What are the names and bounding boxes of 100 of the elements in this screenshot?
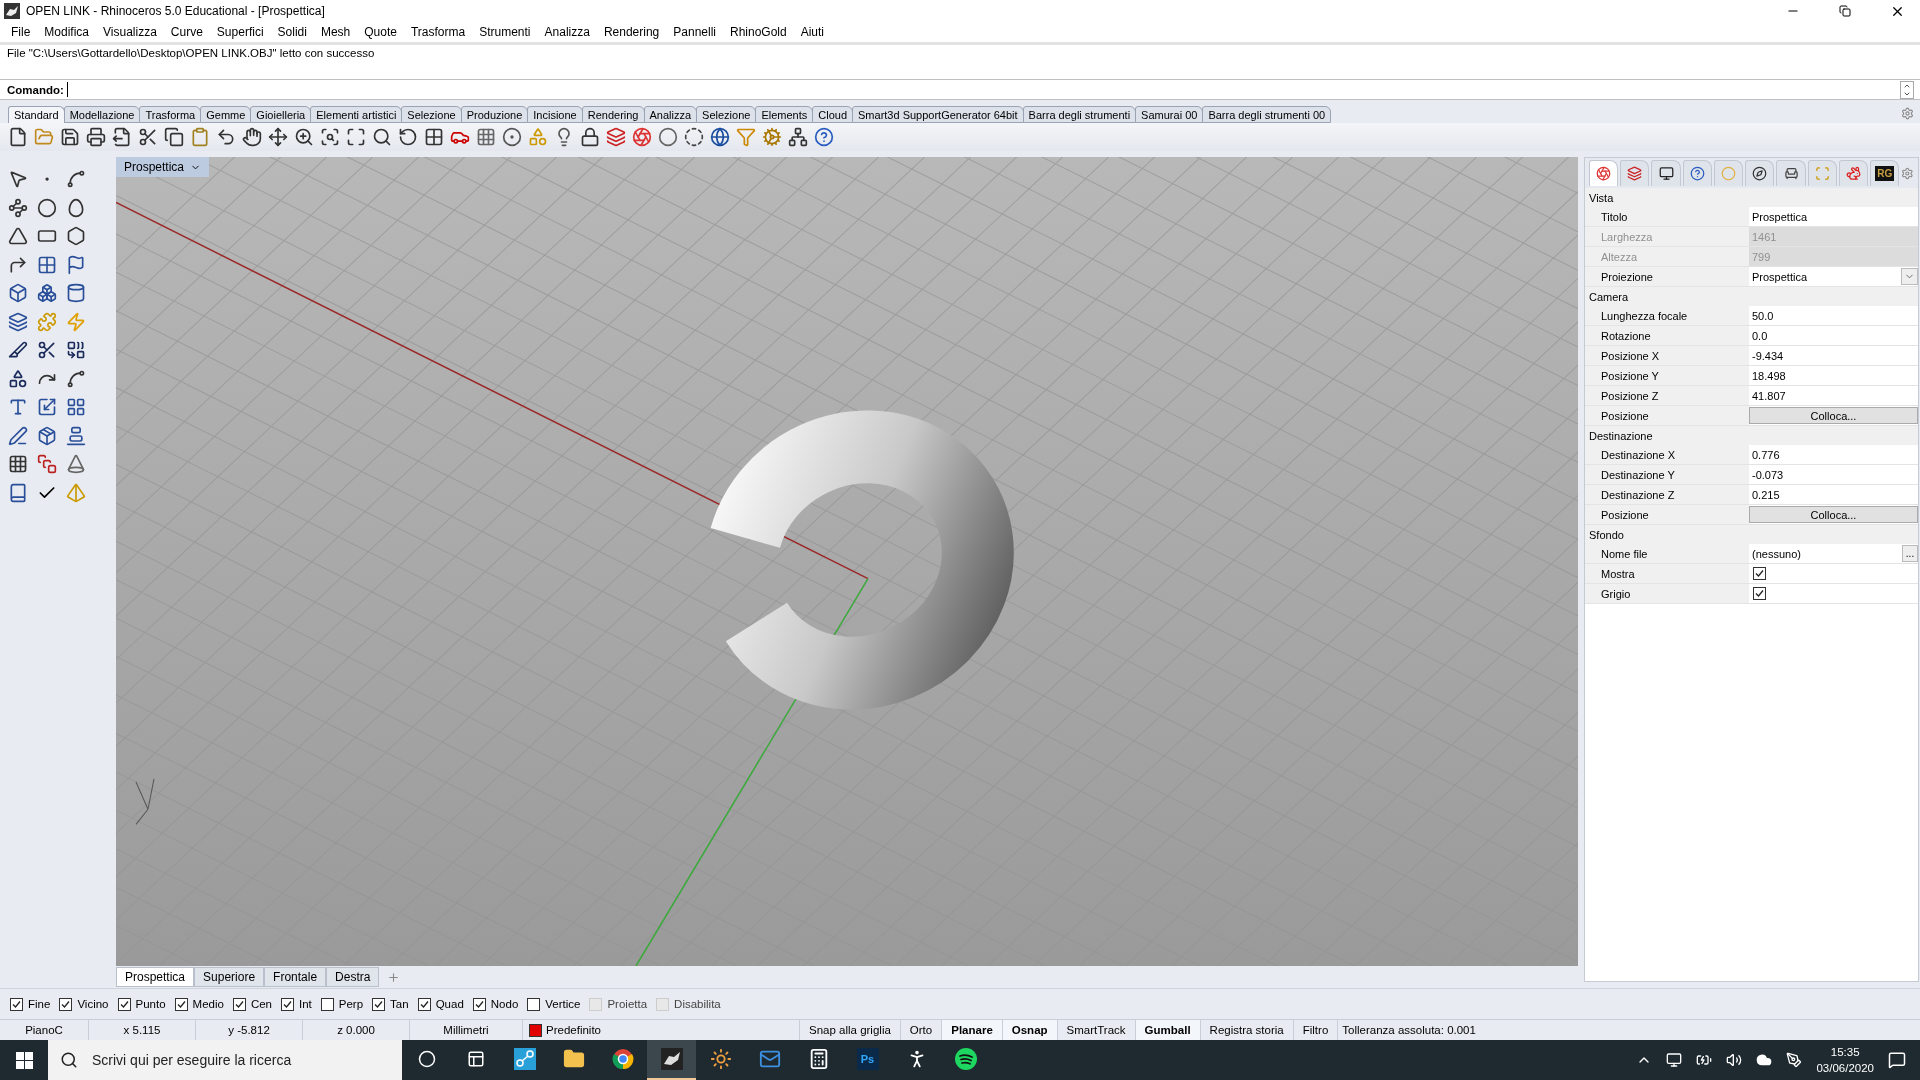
polyline-icon[interactable] [66,169,86,189]
menu-item[interactable]: Strumenti [472,25,538,39]
help-icon[interactable] [814,127,834,147]
cut-icon[interactable] [138,127,158,147]
fillet-curve-icon[interactable] [8,254,28,275]
menu-item[interactable]: Trasforma [403,25,473,39]
toolbar-tab[interactable]: Standard [8,106,65,123]
network-icon[interactable] [1666,1052,1683,1068]
toolbar-tab[interactable]: Smart3d SupportGenerator 64bit [852,106,1024,123]
toolbar-tab[interactable]: Gemme [200,106,252,123]
cloud-icon[interactable] [1756,1052,1773,1068]
copy-icon[interactable] [164,127,184,147]
menu-item[interactable]: Solidi [270,25,314,39]
open-folder-icon[interactable] [34,127,54,147]
menu-item[interactable]: Quote [357,25,404,39]
curve-points-icon[interactable] [8,197,28,218]
toolbar-tab[interactable]: Samurai 00 [1135,106,1204,123]
checkbox[interactable] [417,997,431,1011]
scroll-spinner[interactable] [1900,80,1914,99]
diagram-icon[interactable] [788,127,808,147]
surface-icon[interactable] [66,254,86,275]
array-icon[interactable] [8,454,28,474]
notifications-icon[interactable] [1888,1051,1906,1069]
print-icon[interactable] [86,127,106,147]
checkbox[interactable] [1753,587,1766,600]
checkbox[interactable] [281,997,294,1011]
offset-curve-icon[interactable] [66,368,86,389]
book-icon[interactable] [8,482,28,503]
toolbar-tab[interactable]: Barra degli strumenti 00 [1202,106,1332,123]
polygon-icon[interactable] [66,226,86,246]
menu-item[interactable]: Analizza [537,25,597,39]
viewport-tab[interactable]: Frontale [264,967,327,987]
taskbar-search-field[interactable]: Scrivi qui per eseguire la ricerca [48,1040,402,1080]
checkbox[interactable] [59,997,73,1011]
zoom-in-icon[interactable] [294,127,314,147]
toolbar-tab[interactable]: Incisione [527,106,583,123]
pan-hand-icon[interactable] [242,127,262,147]
menu-item[interactable]: Curve [163,25,210,39]
panel-tab[interactable]: RG [1870,160,1900,186]
block-icon[interactable] [37,425,57,446]
panel-tab[interactable] [1651,160,1681,186]
array-blocks-icon[interactable] [66,397,86,417]
place-button[interactable]: Colloca... [1749,407,1918,424]
viewport-title[interactable]: Prospettica [116,157,210,177]
toolbar-tab[interactable]: Elements [755,106,814,123]
circle-dot-icon[interactable] [502,127,522,147]
settings-icon[interactable] [1901,106,1914,120]
lock-icon[interactable] [580,127,600,147]
checkbox[interactable] [1753,567,1766,580]
toolbar-tab[interactable]: Rendering [581,106,645,123]
viewports-grid-icon[interactable] [424,127,444,147]
checkbox[interactable] [117,997,131,1011]
export-icon[interactable] [112,127,132,147]
text-icon[interactable] [8,397,28,417]
menu-item[interactable]: Pannelli [666,25,723,39]
viewport-tab[interactable]: Prospettica [116,967,195,987]
color-wheel-icon[interactable] [632,127,652,147]
menu-item[interactable]: Superfici [209,25,271,39]
cone-icon[interactable] [66,454,86,474]
move-icon[interactable] [268,127,288,147]
cylinder-icon[interactable] [66,283,86,303]
sphere-icon[interactable] [658,127,678,147]
pointer-icon[interactable] [8,169,28,189]
taskbar-app-button[interactable] [647,1040,696,1080]
battery-icon[interactable] [1696,1052,1713,1068]
globe-icon[interactable] [710,127,730,147]
layers-icon[interactable] [606,127,626,147]
zoom-window-icon[interactable] [320,127,340,147]
wire-sphere-icon[interactable] [684,127,704,147]
circle-icon[interactable] [37,197,57,218]
toolbar-tab[interactable]: Barra degli strumenti [1022,106,1137,123]
undo-icon[interactable] [216,127,236,147]
status-toggle[interactable]: Planare [942,1020,1003,1040]
gear-icon[interactable] [762,127,782,147]
toolbar-tab[interactable]: Elementi artistici [310,106,403,123]
box-icon[interactable] [8,283,28,303]
checkbox[interactable] [372,997,386,1011]
pen-icon[interactable] [1786,1052,1803,1068]
filter-icon[interactable] [736,127,756,147]
zoom-extents-icon[interactable] [346,127,366,147]
menu-item[interactable]: Rendering [596,25,667,39]
menu-item[interactable]: Visualizza [96,25,164,39]
checkbox[interactable] [174,997,188,1011]
checkbox[interactable] [472,997,486,1011]
checkbox[interactable] [10,997,23,1011]
search-input[interactable]: Scrivi qui per eseguire la ricerca [90,1051,402,1069]
place-button[interactable]: Colloca... [1749,506,1918,523]
trim-icon[interactable] [37,340,57,360]
menu-item[interactable]: File [4,25,38,39]
toolbar-tab[interactable]: Cloud [812,106,853,123]
toolbar-tab[interactable]: Selezione [696,106,757,123]
menu-item[interactable]: Aiuti [793,25,832,39]
viewport-tab[interactable]: Destra [326,967,380,987]
menu-item[interactable]: Modifica [37,25,97,39]
zoom-icon[interactable] [372,127,392,147]
checkbox[interactable] [320,997,334,1011]
save-icon[interactable] [60,127,80,147]
menu-item[interactable]: Mesh [313,25,358,39]
rotate-view-icon[interactable] [398,127,418,147]
status-toggle[interactable]: Osnap [1002,1020,1058,1040]
